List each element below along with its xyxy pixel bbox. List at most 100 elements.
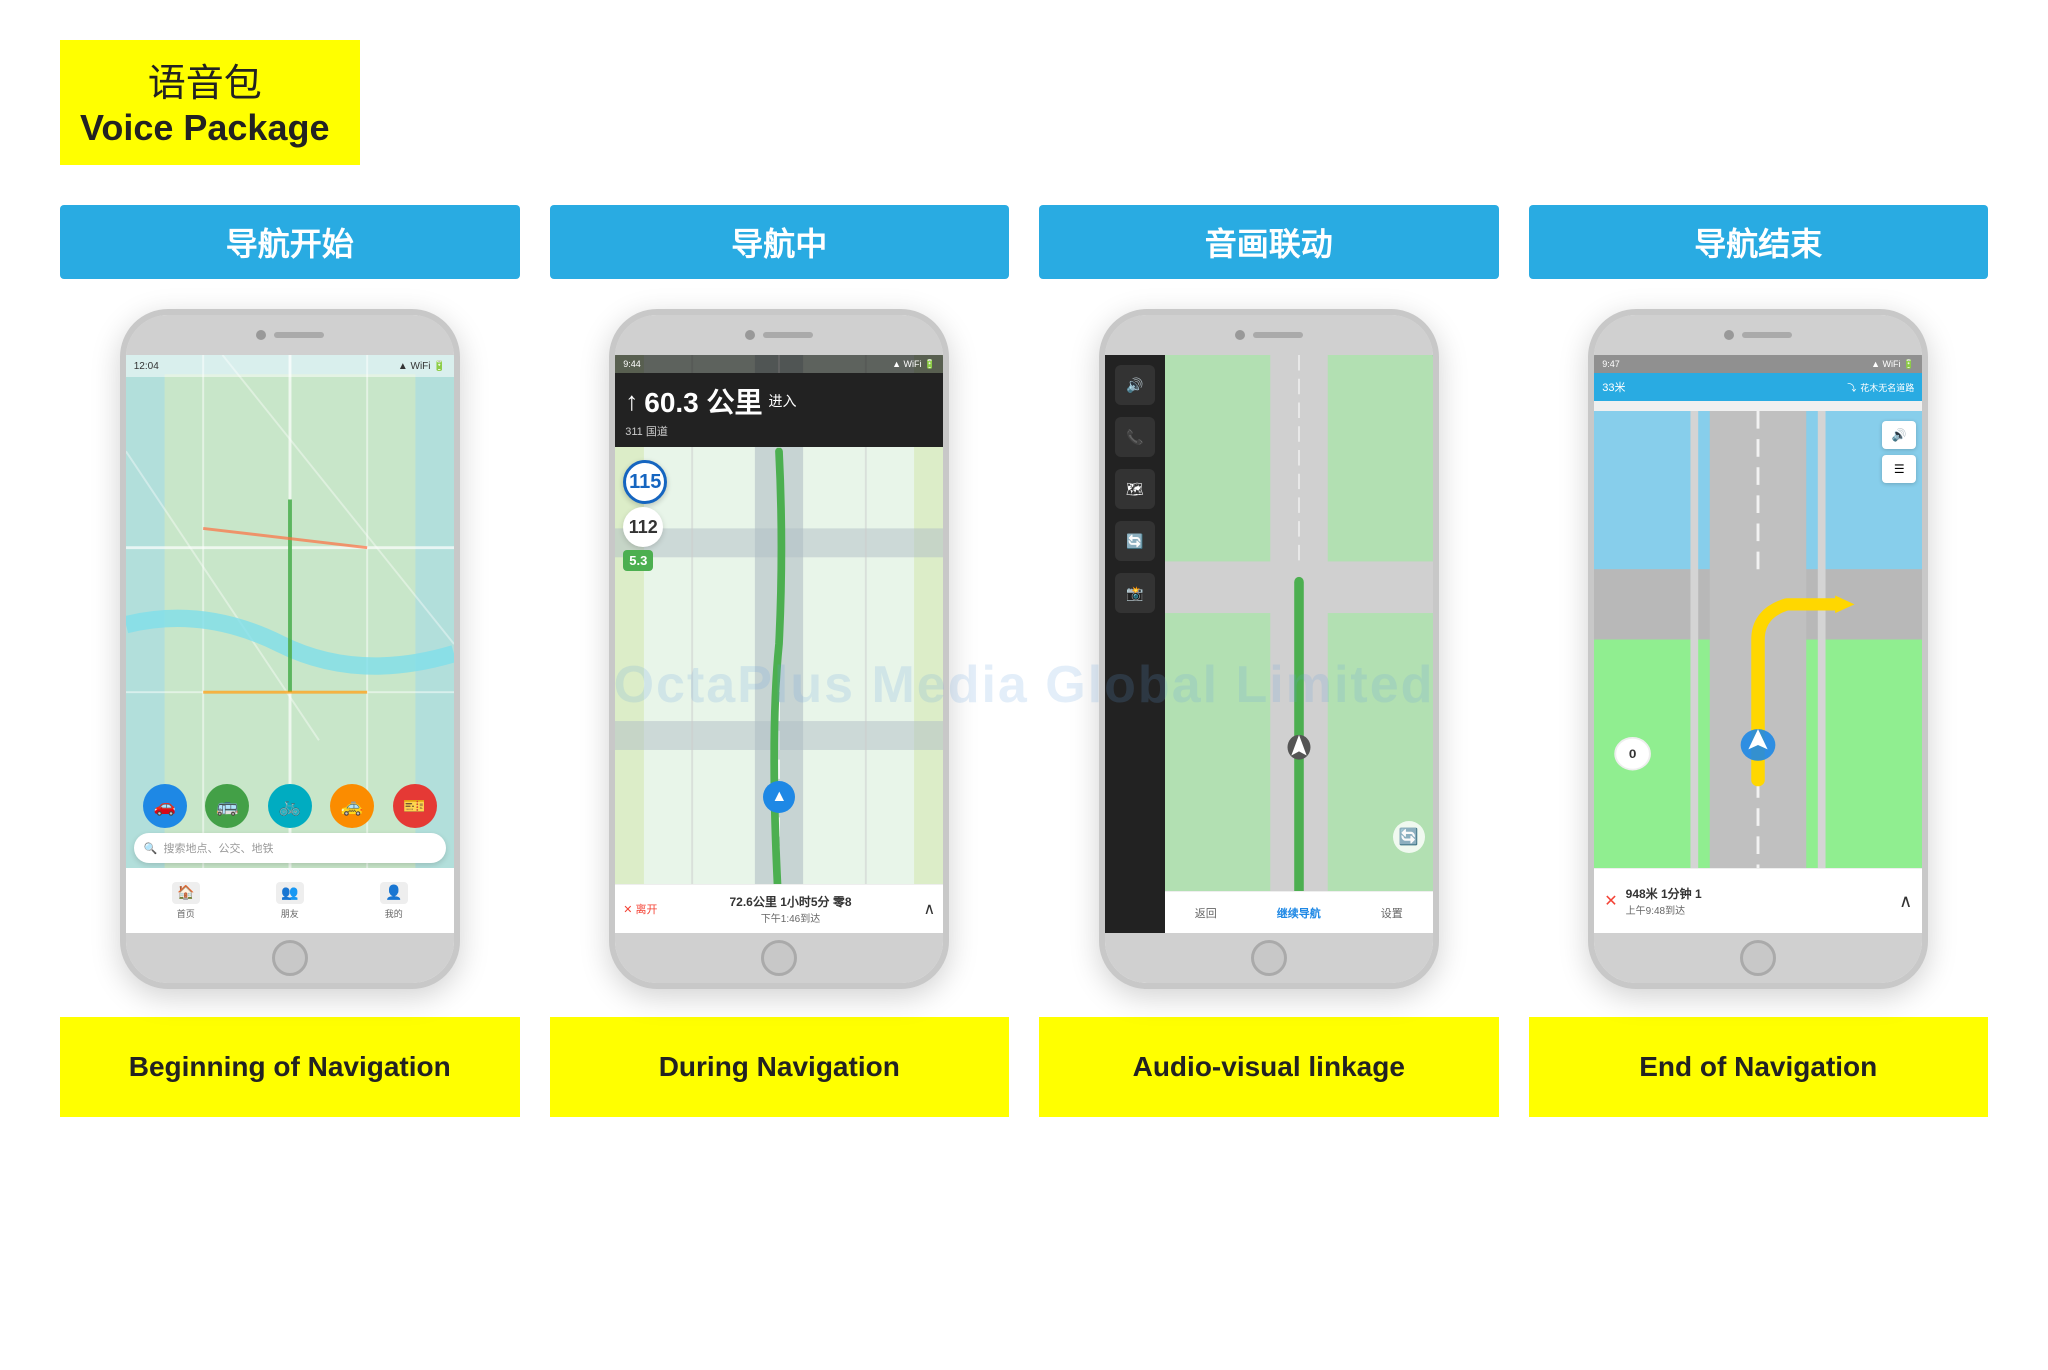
screen-4: 9:47 ▲ WiFi 🔋 33米 ⤵ 花木无名道路 — [1594, 355, 1922, 933]
tab-home[interactable]: 🏠 首页 — [172, 882, 200, 920]
refresh-btn-3[interactable]: 🔄 — [1393, 821, 1425, 853]
nav-distance-text: 60.3 公里 — [644, 381, 762, 421]
status-icons-2: ▲ WiFi 🔋 — [892, 359, 935, 370]
speaker-3 — [1253, 332, 1303, 338]
title-chinese: 语音包 — [80, 52, 330, 107]
nav-bottom-row: ✕ 离开 72.6公里 1小时5分 零8 下午1:46到达 ∧ — [623, 893, 935, 925]
home-tab-icon: 🏠 — [172, 882, 200, 904]
nav-action: 进入 — [769, 391, 797, 411]
title-english: Voice Package — [80, 107, 330, 149]
friends-tab-icon: 👥 — [276, 882, 304, 904]
blue-label-4: 导航结束 — [1529, 205, 1989, 279]
map-bg-4: 9:47 ▲ WiFi 🔋 33米 ⤵ 花木无名道路 — [1594, 355, 1922, 933]
blue-label-2: 导航中 — [550, 205, 1010, 279]
icon-car[interactable]: 🚗 — [143, 784, 187, 828]
nav-road-4: ⤵ 花木无名道路 — [1847, 381, 1914, 394]
title-box: 语音包 Voice Package — [60, 40, 360, 165]
phone-top-4 — [1594, 315, 1922, 355]
phone-top-2 — [615, 315, 943, 355]
map-icons-row-1: 🚗 🚌 🚲 🚕 🎫 — [134, 784, 446, 828]
tab-me[interactable]: 👤 我的 — [380, 882, 408, 920]
speaker-1 — [274, 332, 324, 338]
tab-me-label: 我的 — [385, 907, 403, 920]
speaker-4 — [1742, 332, 1792, 338]
panel-icon-2[interactable]: 📞 — [1115, 417, 1155, 457]
tab-friends-label: 朋友 — [281, 907, 299, 920]
status-time-1: 12:04 — [134, 361, 159, 372]
btn-continue-3[interactable]: 继续导航 — [1277, 905, 1321, 921]
map-4-svg: 0 — [1594, 411, 1922, 868]
nav-bottom-info: 72.6公里 1小时5分 零8 — [730, 893, 852, 910]
column-1: 导航开始 — [60, 205, 520, 1117]
phone-top-1 — [126, 315, 454, 355]
nav-cancel-btn[interactable]: ✕ 离开 — [623, 901, 657, 917]
home-btn-1[interactable] — [272, 940, 308, 976]
nav-end-info: 948米 1分钟 1 上午9:48到达 — [1626, 885, 1891, 917]
home-btn-3[interactable] — [1251, 940, 1287, 976]
camera-2 — [745, 330, 755, 340]
nav-info: 72.6公里 1小时5分 零8 下午1:46到达 — [730, 893, 852, 925]
search-icon-1: 🔍 — [144, 842, 158, 855]
panel-icon-4[interactable]: 🔄 — [1115, 521, 1155, 561]
icon-bike[interactable]: 🚲 — [268, 784, 312, 828]
side-panel-4: 🔊 ☰ — [1882, 421, 1916, 483]
panel-icon-3[interactable]: 🗺 — [1115, 469, 1155, 509]
nav-end-distance: 948米 1分钟 1 — [1626, 885, 1891, 902]
me-tab-icon: 👤 — [380, 882, 408, 904]
nav-time: 下午1:46到达 — [730, 910, 852, 925]
panel-icon-1[interactable]: 🔊 — [1115, 365, 1155, 405]
nav-location-icon: ▲ — [763, 781, 795, 813]
speed-limit-text: 115 — [629, 471, 661, 494]
status-bar-4: 9:47 ▲ WiFi 🔋 — [1594, 355, 1922, 373]
nav-expand-btn[interactable]: ∧ — [924, 899, 936, 919]
tab-home-label: 首页 — [177, 907, 195, 920]
nav-end-time: 上午9:48到达 — [1626, 902, 1891, 917]
icon-bus[interactable]: 🚌 — [205, 784, 249, 828]
tab-friends[interactable]: 👥 朋友 — [276, 882, 304, 920]
icon-taxi[interactable]: 🚕 — [330, 784, 374, 828]
btn-back-3[interactable]: 返回 — [1195, 905, 1217, 921]
nav-header-2: ↑ 60.3 公里 进入 311 国道 — [615, 373, 943, 447]
bottom-bar-3: 返回 继续导航 设置 — [1165, 891, 1433, 933]
search-bar-1[interactable]: 🔍 搜索地点、公交、地铁 — [134, 833, 446, 863]
icon-ticket[interactable]: 🎫 — [393, 784, 437, 828]
caption-4: End of Navigation — [1529, 1017, 1989, 1117]
nav-arrow-icon: ↑ — [625, 386, 638, 417]
btn-settings-3[interactable]: 设置 — [1381, 905, 1403, 921]
map-btn-4-1[interactable]: 🔊 — [1882, 421, 1916, 449]
main-view-4: 0 🔊 ☰ — [1594, 411, 1922, 868]
map-bg-3: 🔊 📞 🗺 🔄 📸 导出 ● 直播中 — [1105, 355, 1433, 933]
nav-end-bottom-4: ✕ 948米 1分钟 1 上午9:48到达 ∧ — [1594, 868, 1922, 933]
column-4: 导航结束 9:47 ▲ WiFi 🔋 33米 — [1529, 205, 1989, 1117]
phone-frame-4: 9:47 ▲ WiFi 🔋 33米 ⤵ 花木无名道路 — [1588, 309, 1928, 989]
camera-3 — [1235, 330, 1245, 340]
panel-icon-5[interactable]: 📸 — [1115, 573, 1155, 613]
current-speed-text: 112 — [629, 517, 658, 538]
status-time-4: 9:47 — [1602, 359, 1620, 369]
home-btn-2[interactable] — [761, 940, 797, 976]
phone-bottom-1 — [126, 933, 454, 983]
status-bar-1: 12:04 ▲ WiFi 🔋 — [126, 355, 454, 377]
nav-distance-4: 33米 — [1602, 379, 1625, 395]
camera-4 — [1724, 330, 1734, 340]
header: 语音包 Voice Package — [60, 40, 1988, 165]
phone-bottom-4 — [1594, 933, 1922, 983]
nav-bottom-2: ✕ 离开 72.6公里 1小时5分 零8 下午1:46到达 ∧ — [615, 884, 943, 933]
turn-icon-4: ⤵ — [1847, 381, 1856, 394]
expand-btn-4[interactable]: ∧ — [1899, 891, 1912, 912]
main-map-3: 导出 ● 直播中 ↱ 157米 — [1165, 355, 1433, 933]
screen-3: 🔊 📞 🗺 🔄 📸 导出 ● 直播中 — [1105, 355, 1433, 933]
search-placeholder-1: 搜索地点、公交、地铁 — [163, 840, 273, 856]
caption-3: Audio-visual linkage — [1039, 1017, 1499, 1117]
phone-frame-1: 12:04 ▲ WiFi 🔋 🚗 🚌 🚲 🚕 🎫 — [120, 309, 460, 989]
map-btn-4-2[interactable]: ☰ — [1882, 455, 1916, 483]
home-btn-4[interactable] — [1740, 940, 1776, 976]
status-icons-4: ▲ WiFi 🔋 — [1871, 359, 1914, 370]
screen-2: 9:44 ▲ WiFi 🔋 ↑ 60.3 公里 进入 311 国道 — [615, 355, 943, 933]
svg-text:0: 0 — [1629, 747, 1637, 761]
phone-bottom-2 — [615, 933, 943, 983]
close-btn-4[interactable]: ✕ — [1604, 891, 1617, 911]
blue-label-3: 音画联动 — [1039, 205, 1499, 279]
phone-frame-2: 9:44 ▲ WiFi 🔋 ↑ 60.3 公里 进入 311 国道 — [609, 309, 949, 989]
status-time-2: 9:44 — [623, 359, 641, 369]
